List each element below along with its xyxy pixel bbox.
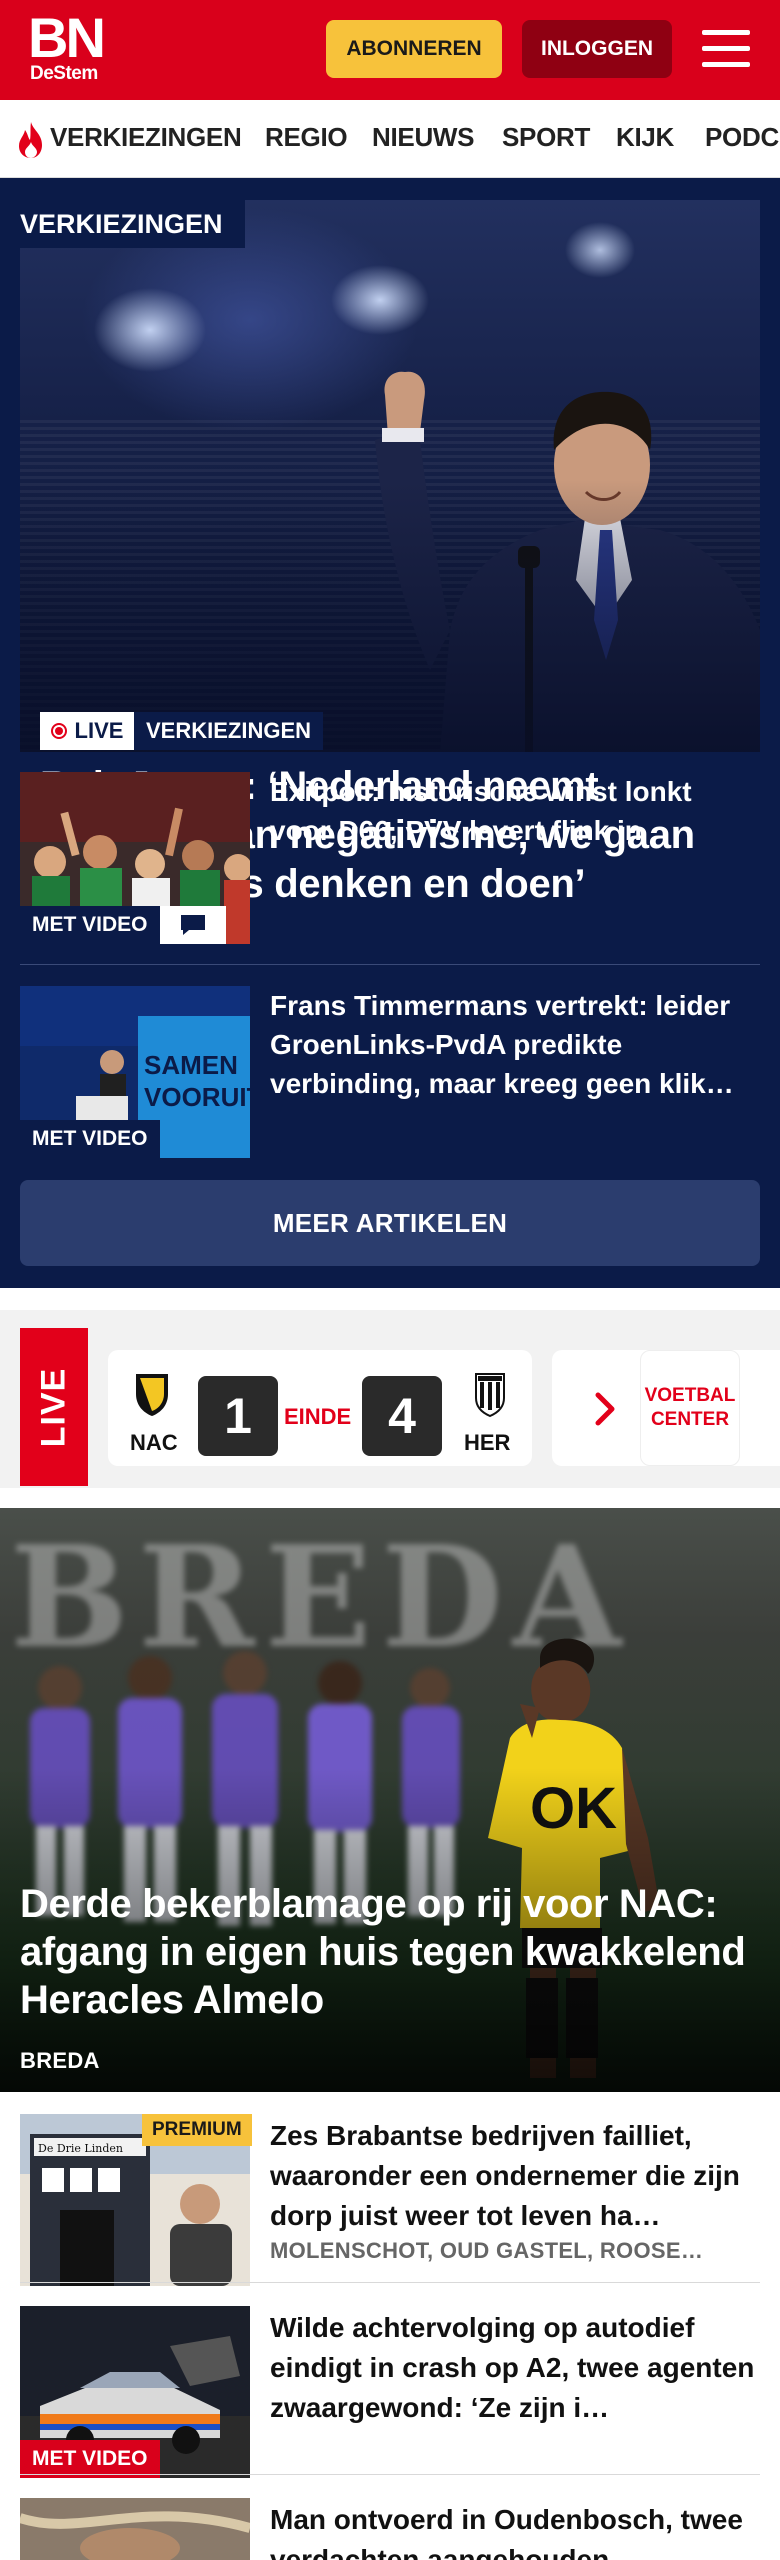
login-button[interactable]: INLOGGEN — [522, 20, 672, 78]
video-badge: MET VIDEO — [20, 906, 160, 944]
video-badge: MET VIDEO — [20, 2440, 160, 2478]
stage-banner-text: SAMEN — [144, 1050, 238, 1080]
away-score: 4 — [362, 1376, 442, 1456]
nav-item-regio[interactable]: REGIO — [265, 122, 348, 153]
article-thumbnail — [20, 2498, 250, 2560]
premium-badge: PREMIUM — [142, 2114, 252, 2146]
match-status: EINDE — [284, 1404, 352, 1429]
nav-item-sport[interactable]: SPORT — [502, 122, 590, 153]
hero-image[interactable] — [20, 200, 760, 752]
nav-item-kijk[interactable]: KIJK — [616, 122, 674, 153]
sport-location: BREDA — [20, 2048, 100, 2073]
video-badge: MET VIDEO — [20, 1120, 160, 1158]
nav-item-verkiezingen[interactable]: VERKIEZINGEN — [50, 122, 242, 153]
site-logo[interactable]: BN DeStem — [28, 6, 112, 88]
live-score-strip: LIVE NAC 1 EINDE 4 HER VOETBAL CENTER — [0, 1310, 780, 1488]
rope-hands-image — [20, 2498, 250, 2560]
divider — [20, 964, 760, 965]
article-title[interactable]: Man ontvoerd in Oudenbosch, twee verdach… — [270, 2500, 760, 2560]
subscribe-button[interactable]: ABONNEREN — [326, 20, 502, 78]
comment-icon — [160, 906, 226, 944]
chevron-right-icon[interactable] — [590, 1390, 620, 1428]
heracles-crest-icon — [475, 1373, 505, 1418]
election-article[interactable]: SAMEN VOORUIT MET VIDEO Frans Timmermans… — [20, 986, 760, 1158]
hero-category[interactable]: VERKIEZINGEN — [134, 712, 324, 750]
flame-icon — [19, 122, 42, 158]
article-locations: MOLENSCHOT, OUD GASTEL, ROOSE… — [270, 2238, 704, 2263]
nac-crest-icon — [136, 1374, 168, 1416]
nav-item-nieuws[interactable]: NIEUWS — [372, 122, 475, 153]
live-badge: LIVE — [40, 712, 134, 750]
live-dot-icon — [50, 723, 67, 739]
article-title[interactable]: Wilde achtervolging op autodief eindigt … — [270, 2308, 760, 2428]
more-articles-button[interactable]: MEER ARTIKELEN — [20, 1180, 760, 1266]
article-title[interactable]: Frans Timmermans vertrekt: leider GroenL… — [270, 986, 760, 1104]
match-card[interactable]: NAC 1 EINDE 4 HER — [108, 1350, 532, 1466]
hamburger-icon[interactable] — [700, 26, 752, 72]
away-team: HER — [464, 1430, 511, 1455]
site-header: BN DeStem ABONNEREN INLOGGEN — [0, 0, 780, 100]
article-title[interactable]: Zes Brabantse bedrijven failliet, waaron… — [270, 2116, 760, 2236]
live-badge-label: LIVE — [74, 718, 124, 743]
election-article[interactable]: MET VIDEO Exitpoll: historische winst lo… — [20, 772, 760, 944]
list-article[interactable]: De Drie Linden PREMIUM Zes Brabantse bed… — [20, 2114, 760, 2286]
section-label[interactable]: VERKIEZINGEN — [20, 200, 245, 248]
list-article[interactable]: MET VIDEO Wilde achtervolging op autodie… — [20, 2306, 760, 2478]
logo-main-text: BN — [28, 6, 106, 69]
voetbal-center-button[interactable]: VOETBAL CENTER — [640, 1350, 740, 1466]
home-score: 1 — [198, 1376, 278, 1456]
article-title[interactable]: Exitpoll: historische winst lonkt voor D… — [270, 772, 760, 852]
stage-banner-text-2: VOORUIT — [144, 1082, 250, 1112]
nav-item-podcasts[interactable]: PODC — [705, 122, 779, 153]
list-article[interactable]: Man ontvoerd in Oudenbosch, twee verdach… — [20, 2498, 760, 2560]
divider — [20, 2282, 760, 2283]
divider — [20, 2474, 760, 2475]
elections-section: VERKIEZINGEN LIVE VERKIEZINGEN Rob Jette… — [0, 178, 780, 1288]
storefront-sign-text: De Drie Linden — [38, 2142, 123, 2155]
main-nav: VERKIEZINGEN REGIO NIEUWS SPORT KIJK POD… — [0, 100, 780, 178]
sport-headline[interactable]: Derde bekerblamage op rij voor NAC: afga… — [20, 1880, 760, 2024]
live-vertical-label: LIVE — [20, 1328, 88, 1486]
home-team: NAC — [130, 1430, 178, 1455]
